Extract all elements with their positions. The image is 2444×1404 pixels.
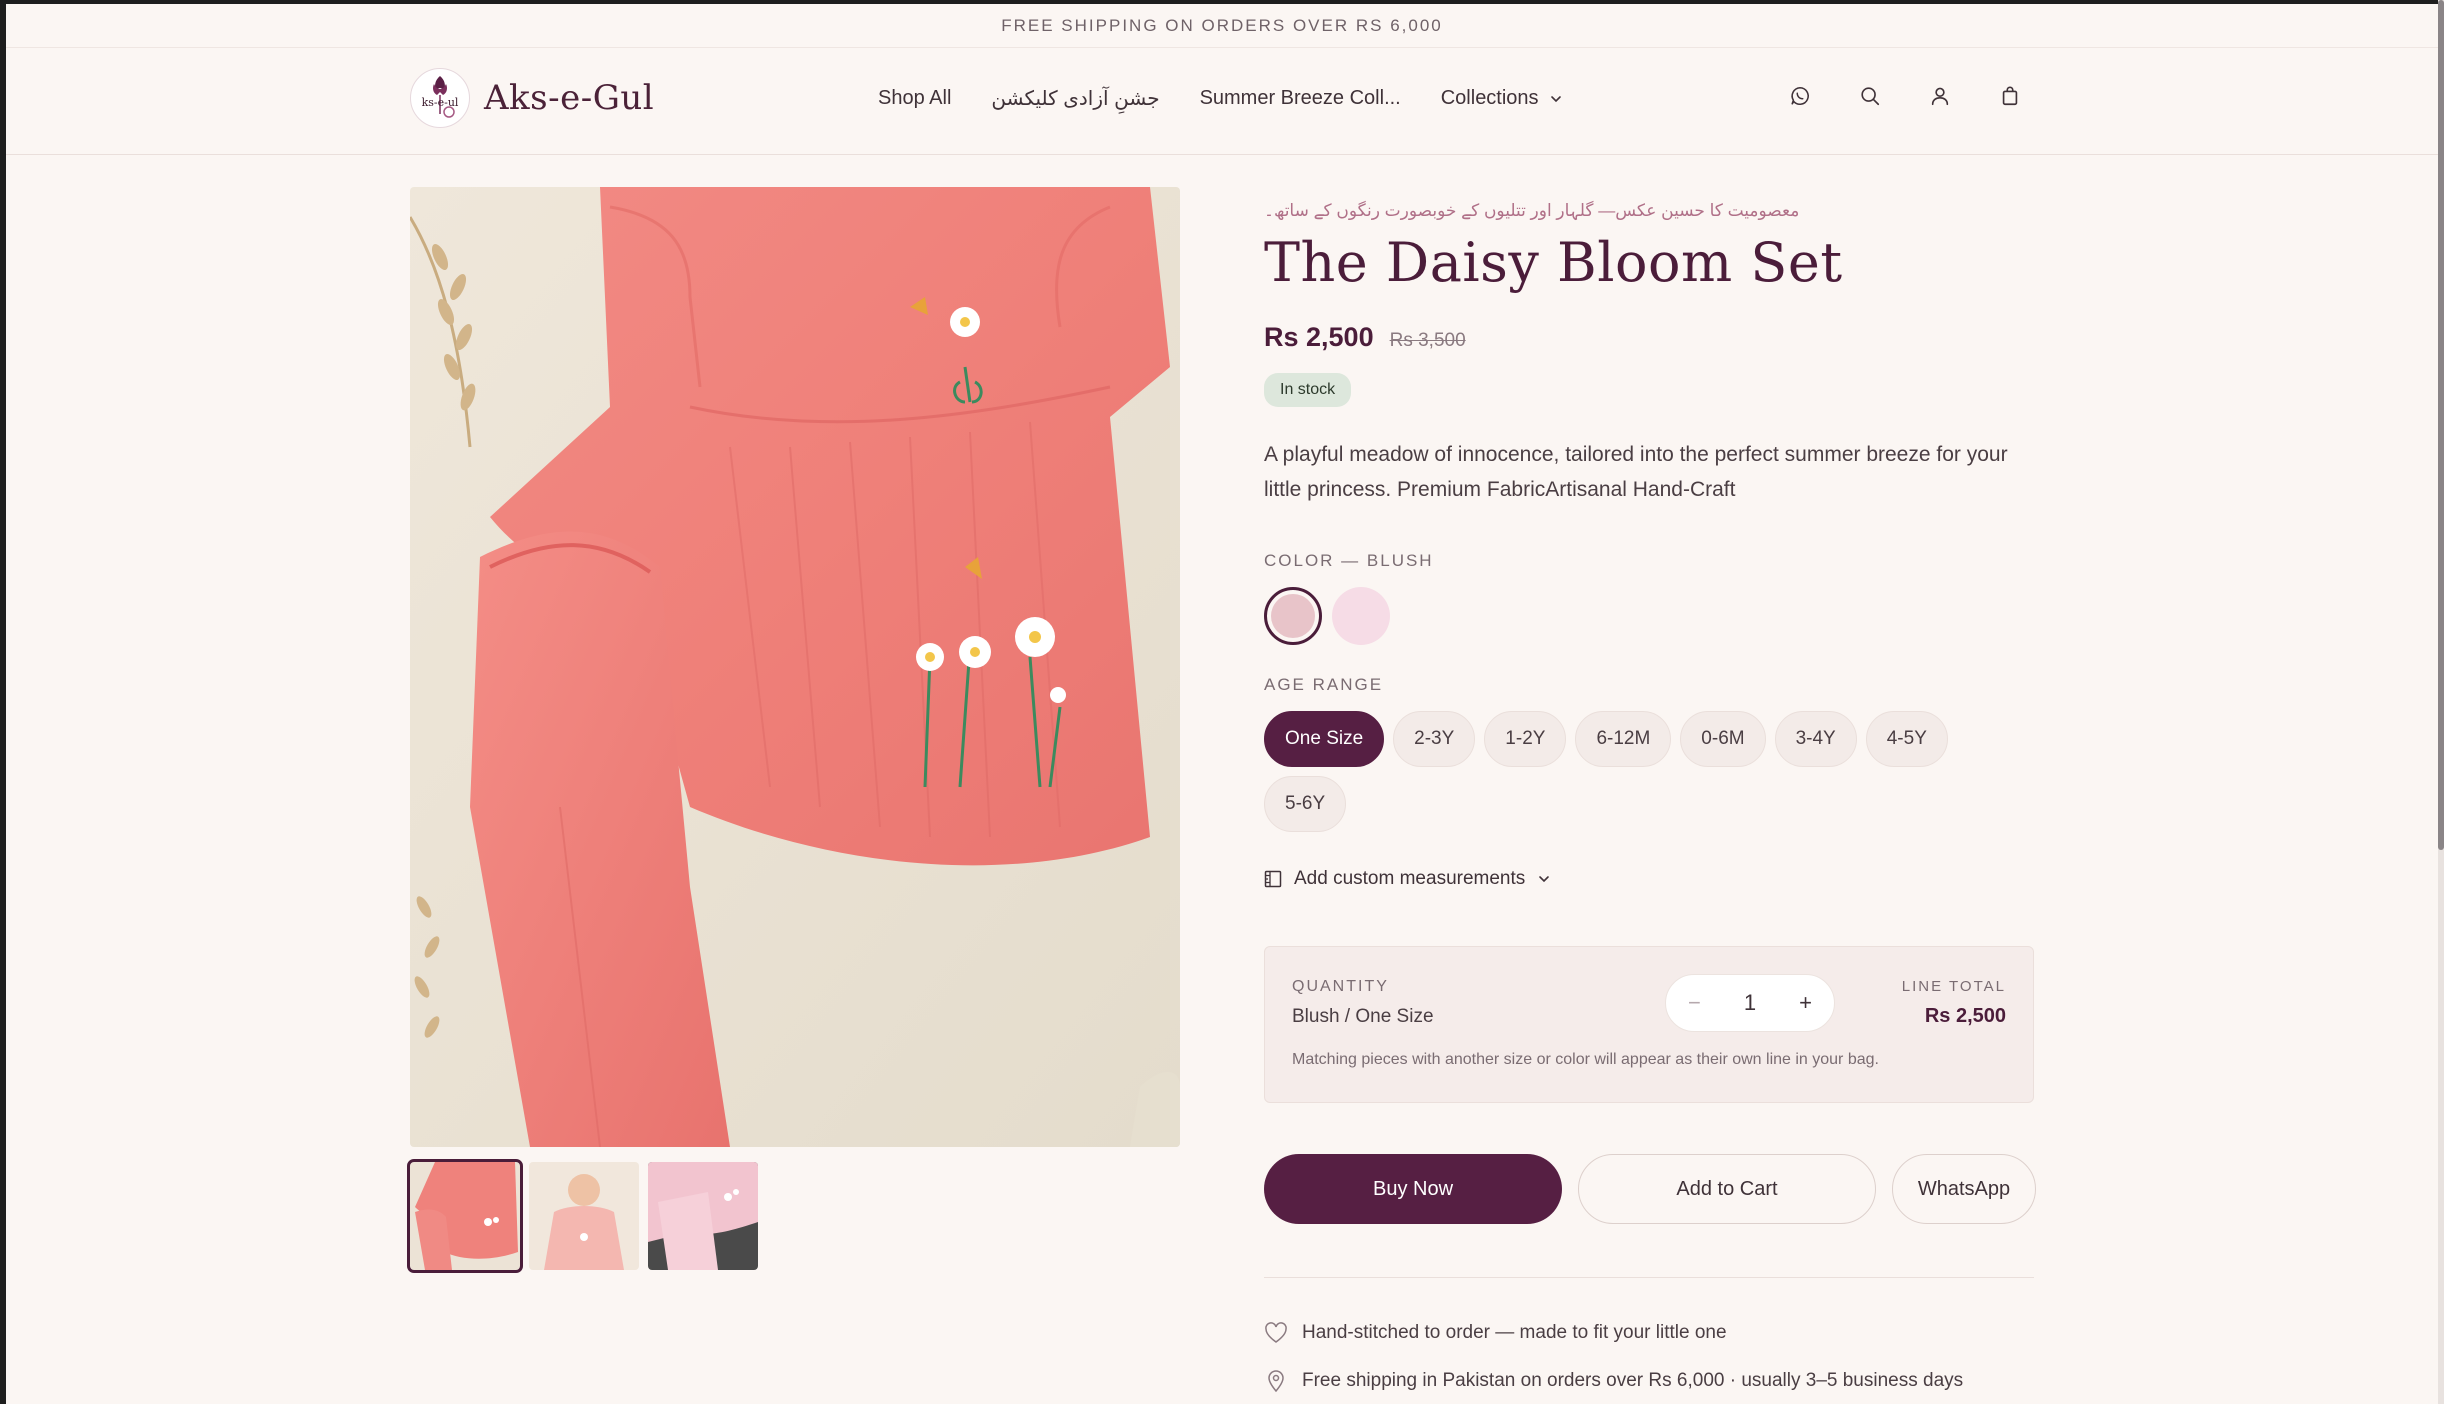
- buy-now-button[interactable]: Buy Now: [1264, 1154, 1562, 1224]
- color-label: COLOR — BLUSH: [1264, 551, 1434, 570]
- thumbnail-gallery: [407, 1159, 758, 1273]
- quantity-value[interactable]: 1: [1744, 990, 1756, 1016]
- product-price: Rs 2,500: [1264, 322, 1374, 352]
- age-range-label: AGE RANGE: [1264, 675, 1384, 694]
- thumbnail-1[interactable]: [407, 1159, 523, 1273]
- size-0-6m[interactable]: 0-6M: [1680, 711, 1766, 767]
- quantity-label: QUANTITY: [1292, 978, 1389, 995]
- add-to-cart-button[interactable]: Add to Cart: [1578, 1154, 1876, 1224]
- product-title: The Daisy Bloom Set: [1264, 231, 1843, 294]
- thumbnail-photo: [410, 1162, 520, 1270]
- header-actions: [1786, 82, 2024, 110]
- thumbnail-photo: [648, 1162, 758, 1270]
- decrease-button[interactable]: −: [1688, 990, 1701, 1016]
- line-total-label: LINE TOTAL: [1901, 978, 2006, 995]
- size-1-2y[interactable]: 1-2Y: [1484, 711, 1567, 767]
- color-swatches: [1264, 587, 2034, 645]
- thumbnail-photo: [529, 1162, 639, 1270]
- main-nav: Shop All جشنِ آزادی کلیکشن Summer Breeze…: [878, 86, 1563, 111]
- bag-icon[interactable]: [1996, 82, 2024, 110]
- product-description: A playful meadow of innocence, tailored …: [1264, 443, 2008, 501]
- compare-price: Rs 3,500: [1389, 330, 1466, 351]
- thumbnail-3[interactable]: [648, 1162, 758, 1270]
- quantity-note: Matching pieces with another size or col…: [1292, 1051, 1879, 1068]
- section-divider: [1264, 1277, 2034, 1278]
- perk-free-shipping: Free shipping in Pakistan on orders over…: [1264, 1369, 1963, 1393]
- tulip-logo-icon: ks-e-ul: [422, 76, 459, 118]
- price-row: Rs 2,500 Rs 3,500: [1264, 322, 2034, 353]
- ruler-icon: [1264, 870, 1282, 888]
- quantity-stepper: − 1 +: [1665, 974, 1835, 1032]
- quantity-panel: QUANTITY Blush / One Size − 1 + LINE TOT…: [1264, 946, 2034, 1103]
- logo-badge: ks-e-ul: [410, 68, 470, 128]
- increase-button[interactable]: +: [1799, 990, 1812, 1016]
- size-5-6y[interactable]: 5-6Y: [1264, 776, 1347, 832]
- perk-hand-stitched: Hand-stitched to order — made to fit you…: [1264, 1322, 1727, 1344]
- nav-jashn-e-azadi[interactable]: جشنِ آزادی کلیکشن: [991, 86, 1159, 111]
- size-one-size[interactable]: One Size: [1264, 711, 1385, 767]
- chevron-down-icon: [1539, 876, 1550, 883]
- product-main-image[interactable]: [410, 187, 1180, 1147]
- swatch-pink[interactable]: [1332, 587, 1390, 645]
- custom-measurements-label: Add custom measurements: [1294, 868, 1526, 889]
- scrollbar-thumb[interactable]: [2438, 0, 2444, 850]
- product-info: معصومیت کا حسین عکس— گلہار اور تتلیوں کے…: [1264, 200, 2034, 890]
- size-4-5y[interactable]: 4-5Y: [1865, 711, 1948, 767]
- window-frame-left: [0, 0, 6, 1404]
- whatsapp-icon[interactable]: [1786, 82, 1814, 110]
- swatch-blush[interactable]: [1264, 587, 1322, 645]
- purchase-actions: Buy Now Add to Cart WhatsApp: [1264, 1154, 2036, 1224]
- stock-badge: In stock: [1264, 373, 1352, 407]
- line-total-value: Rs 2,500: [1924, 1005, 2006, 1027]
- whatsapp-button[interactable]: WhatsApp: [1892, 1154, 2036, 1224]
- size-2-3y[interactable]: 2-3Y: [1393, 711, 1476, 767]
- size-3-4y[interactable]: 3-4Y: [1774, 711, 1857, 767]
- brand-name[interactable]: Aks-e-Gul: [484, 78, 654, 118]
- nav-shop-all[interactable]: Shop All: [878, 87, 951, 110]
- search-icon[interactable]: [1856, 82, 1884, 110]
- selected-variant: Blush / One Size: [1292, 1006, 1434, 1027]
- nav-collections-label: Collections: [1440, 87, 1539, 109]
- logo[interactable]: ks-e-ul Aks-e-Gul: [410, 68, 654, 128]
- perk-hand-stitched-text: Hand-stitched to order — made to fit you…: [1302, 1322, 1727, 1343]
- announcement-bar: FREE SHIPPING ON ORDERS OVER RS 6,000: [6, 4, 2438, 48]
- urdu-tagline: معصومیت کا حسین عکس— گلہار اور تتلیوں کے…: [1264, 201, 1800, 220]
- scrollbar[interactable]: [2438, 0, 2444, 1404]
- chevron-down-icon: [1550, 95, 1561, 102]
- nav-collections[interactable]: Collections: [1441, 87, 1563, 110]
- size-options: One Size 2-3Y 1-2Y 6-12M 0-6M 3-4Y 4-5Y …: [1264, 711, 2034, 832]
- heart-icon: [1265, 1322, 1287, 1343]
- account-icon[interactable]: [1926, 82, 1954, 110]
- nav-summer-breeze[interactable]: Summer Breeze Coll...: [1200, 87, 1401, 110]
- site-header: ks-e-ul Aks-e-Gul Shop All جشنِ آزادی کل…: [6, 48, 2438, 155]
- custom-measurements-toggle[interactable]: Add custom measurements: [1264, 868, 2034, 890]
- product-photo: [410, 187, 1180, 1147]
- perk-free-shipping-text: Free shipping in Pakistan on orders over…: [1302, 1370, 1964, 1391]
- thumbnail-2[interactable]: [529, 1162, 639, 1270]
- location-pin-icon: [1268, 1370, 1284, 1393]
- size-6-12m[interactable]: 6-12M: [1575, 711, 1672, 767]
- svg-text:ks-e-ul: ks-e-ul: [422, 96, 459, 109]
